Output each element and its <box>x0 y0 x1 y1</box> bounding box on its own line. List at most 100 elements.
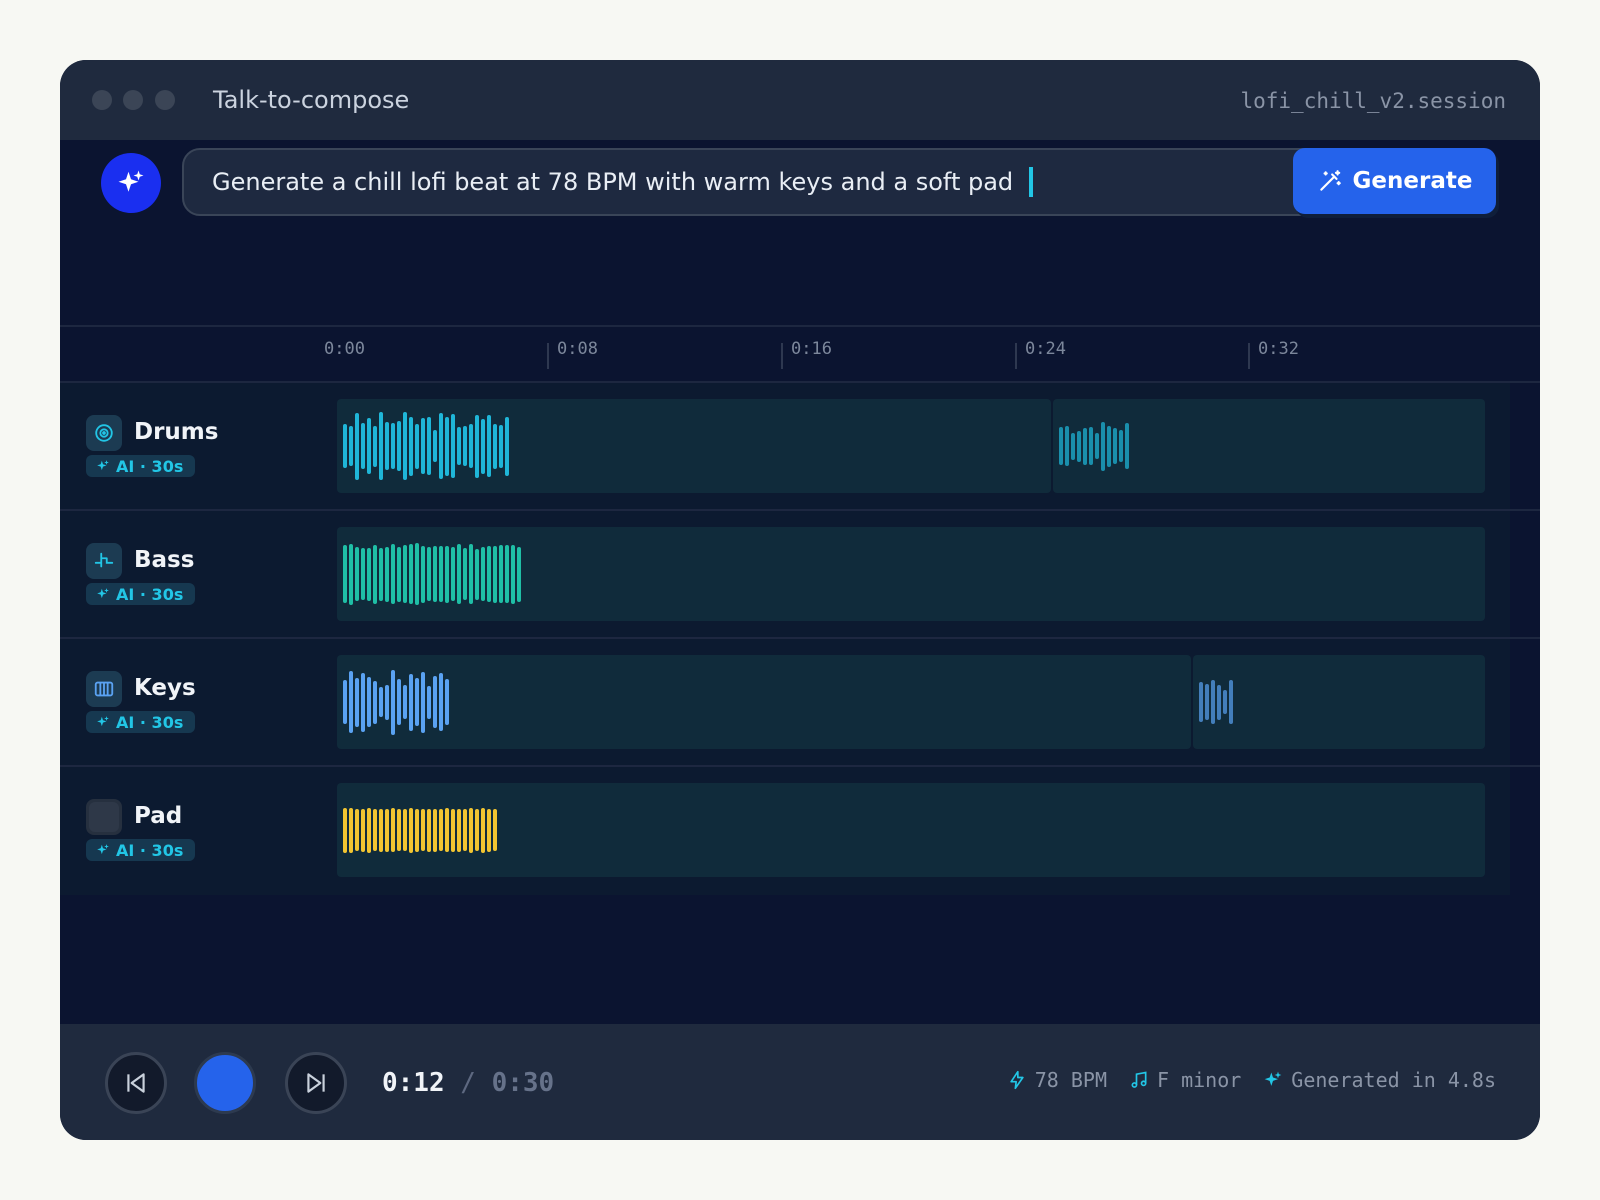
skip-back-button[interactable] <box>105 1052 167 1114</box>
track-drums[interactable]: Drums AI · 30s <box>60 383 1510 511</box>
waveform-bar <box>349 426 353 466</box>
waveform-bar <box>1205 684 1209 720</box>
waveform-bar <box>403 412 407 480</box>
waveform-bar <box>499 545 503 603</box>
waveform-bar <box>403 685 407 719</box>
waveform-bar <box>469 808 473 853</box>
ruler-tick-label: 0:24 <box>1025 339 1066 359</box>
waveform-bar <box>451 547 455 601</box>
waveform-bar <box>1083 428 1087 465</box>
track-pad[interactable]: Pad AI · 30s <box>60 767 1510 895</box>
ruler-tick-label: 0:00 <box>324 339 365 359</box>
waveform-bar <box>463 426 467 466</box>
waveform-bar <box>355 413 359 480</box>
window-minimize-dot[interactable] <box>123 90 143 110</box>
waveform-bar <box>355 547 359 601</box>
bpm-value: 78 BPM <box>1034 1068 1107 1092</box>
audio-clip[interactable] <box>337 655 1191 749</box>
waveform-bar <box>421 672 425 733</box>
track-name: Drums <box>134 419 219 445</box>
prompt-text: Generate a chill lofi beat at 78 BPM wit… <box>212 168 1014 196</box>
waveform-bar <box>1101 422 1105 471</box>
waveform-bar <box>361 673 365 732</box>
waveform-bar <box>1217 685 1221 720</box>
waveform-bar <box>391 670 395 735</box>
skip-forward-button[interactable] <box>285 1052 347 1114</box>
generate-button[interactable]: Generate <box>1293 148 1496 214</box>
waveform-bar <box>1077 431 1081 462</box>
waveform-bar <box>427 686 431 719</box>
waveform-bar <box>385 809 389 852</box>
waveform-bar <box>1119 430 1123 462</box>
waveform-bar <box>409 544 413 604</box>
audio-clip[interactable] <box>337 399 1051 493</box>
total-time: 0:30 <box>491 1068 555 1098</box>
waveform-bar <box>433 676 437 728</box>
timeline-ruler[interactable]: 0:00 0:08 0:16 0:24 0:32 <box>60 325 1540 383</box>
track-icon <box>86 799 122 835</box>
generated-value: Generated in 4.8s <box>1291 1068 1496 1092</box>
waveform-bar <box>415 424 419 469</box>
audio-clip[interactable] <box>1193 655 1485 749</box>
waveform-bar <box>361 548 365 600</box>
ai-badge: AI · 30s <box>86 455 196 477</box>
magic-wand-icon <box>1319 170 1341 191</box>
audio-clip[interactable] <box>337 783 1485 877</box>
audio-clip[interactable] <box>1053 399 1485 493</box>
ai-badge: AI · 30s <box>86 583 196 605</box>
ruler-tick <box>781 343 783 369</box>
waveform-bar <box>1059 427 1063 465</box>
waveform-bar <box>463 809 467 851</box>
track-name: Keys <box>134 675 196 701</box>
waveform-bar <box>493 546 497 603</box>
waveform-bar <box>373 426 377 467</box>
waveform-bar <box>343 680 347 724</box>
waveform-bar <box>433 809 437 852</box>
title-bar: Talk-to-compose lofi_chill_v2.session <box>60 60 1540 140</box>
sparkle-icon <box>97 716 109 727</box>
play-button[interactable] <box>194 1052 256 1114</box>
waveform-bar <box>499 425 503 468</box>
waveform-bar <box>475 809 479 851</box>
bolt-icon <box>1010 1070 1024 1090</box>
waveform-bar <box>505 417 509 476</box>
track-icon <box>86 543 122 579</box>
waveform-bar <box>391 423 395 469</box>
key-status: F minor <box>1129 1068 1241 1092</box>
ai-badge-label: AI · 30s <box>116 456 184 476</box>
waveform-bar <box>427 809 431 852</box>
waveform-bar <box>373 681 377 724</box>
waveform-bar <box>427 547 431 601</box>
waveform-bar <box>385 547 389 602</box>
track-list: Drums AI · 30s Bass AI · 30s Keys AI · 3… <box>60 383 1540 895</box>
time-separator: / <box>460 1068 476 1098</box>
waveform-bar <box>343 545 347 603</box>
waveform-bar <box>439 673 443 731</box>
audio-clip[interactable] <box>337 527 1485 621</box>
waveform-bar <box>433 430 437 462</box>
key-value: F minor <box>1157 1068 1242 1092</box>
transport-bar: 0:12 / 0:30 78 BPM F minor Generated in … <box>60 1024 1540 1140</box>
prompt-input[interactable]: Generate a chill lofi beat at 78 BPM wit… <box>182 148 1332 216</box>
window-close-dot[interactable] <box>92 90 112 110</box>
track-bass[interactable]: Bass AI · 30s <box>60 511 1510 639</box>
window-maximize-dot[interactable] <box>155 90 175 110</box>
waveform-bar <box>457 544 461 604</box>
ai-badge: AI · 30s <box>86 839 196 861</box>
skip-forward-icon <box>307 1073 325 1093</box>
ruler-tick <box>1015 343 1017 369</box>
waveform-bar <box>1107 426 1111 467</box>
waveform-bar <box>421 809 425 851</box>
waveform-bar <box>373 545 377 604</box>
waveform-bar <box>391 808 395 852</box>
waveform-bar <box>439 413 443 479</box>
track-keys[interactable]: Keys AI · 30s <box>60 639 1510 767</box>
sparkle-icon <box>118 170 144 192</box>
waveform-bar <box>469 424 473 468</box>
waveform-bar <box>403 545 407 603</box>
music-note-icon <box>1131 1071 1147 1088</box>
ruler-tick <box>547 343 549 369</box>
piano-icon <box>94 681 114 697</box>
bpm-status: 78 BPM <box>1007 1068 1107 1092</box>
waveform-bar <box>481 419 485 474</box>
